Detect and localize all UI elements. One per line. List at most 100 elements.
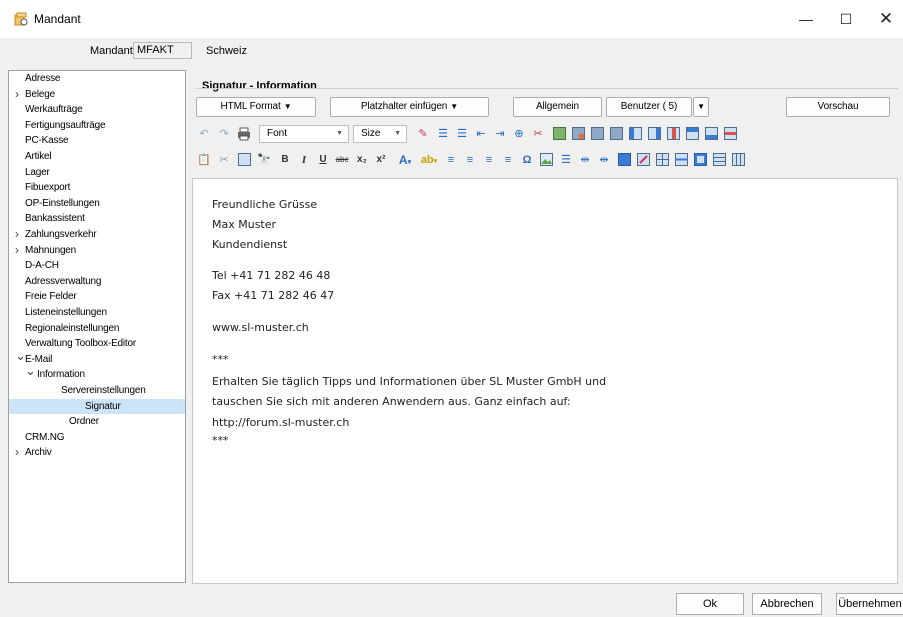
paste-icon[interactable]: 📋 [197, 153, 211, 167]
superscript-icon[interactable]: x² [374, 153, 388, 167]
table-grid-icon[interactable] [655, 153, 669, 167]
table-props-icon[interactable] [590, 127, 604, 141]
subscript-icon[interactable]: x₂ [355, 153, 369, 167]
html-format-label: HTML Format [220, 101, 281, 112]
strikethrough-icon[interactable]: abc [333, 153, 351, 167]
find-icon[interactable]: 🔭 [257, 153, 271, 167]
indent-icon[interactable]: ⇥ [493, 127, 507, 141]
cut-icon[interactable]: ✂ [217, 153, 231, 167]
mandant-field[interactable]: MFAKT [133, 42, 192, 59]
insert-image-icon[interactable] [539, 153, 553, 167]
tree-item-archiv[interactable]: Archiv [25, 445, 52, 460]
insert-column-right-icon[interactable] [647, 127, 661, 141]
uebernehmen-button[interactable]: Übernehmen [836, 593, 903, 615]
tree-item-bankassistent[interactable]: Bankassistent [25, 211, 85, 226]
table-style-icon[interactable] [712, 153, 726, 167]
underline-icon[interactable]: U [316, 153, 330, 167]
expand-chevron-down-icon[interactable]: ⌄ [25, 364, 36, 377]
tree-item-servereinstellungen[interactable]: Servereinstellungen [61, 383, 146, 398]
expand-chevron-down-icon[interactable]: ⌄ [15, 349, 26, 362]
bullet-list-icon[interactable]: ☰ [455, 127, 469, 141]
title-bar: Mandant — ☐ ✕ [0, 0, 903, 38]
link-icon[interactable]: ⊕ [512, 127, 526, 141]
signature-line: www.sl-muster.ch [212, 321, 309, 334]
font-combo-value: Font [267, 128, 288, 139]
platzhalter-button[interactable]: Platzhalter einfügen ▼ [330, 97, 489, 117]
highlight-color-icon[interactable]: ab▾ [418, 153, 440, 167]
tree-item-regionaleinstellungen[interactable]: Regionaleinstellungen [25, 321, 119, 336]
font-color-icon[interactable]: A▾ [394, 153, 416, 167]
expand-chevron-right-icon[interactable]: › [15, 446, 25, 458]
benutzer-button[interactable]: Benutzer ( 5) [606, 97, 692, 117]
tree-item-lager[interactable]: Lager [25, 165, 50, 180]
insert-table-icon[interactable] [552, 127, 566, 141]
table-delete-icon[interactable] [571, 127, 585, 141]
merge-cells-icon[interactable]: ⇹ [597, 153, 611, 167]
tree-item-werkauftr-ge[interactable]: Werkaufträge [25, 102, 83, 117]
cell-props-icon[interactable] [609, 127, 623, 141]
tree-item-pc-kasse[interactable]: PC-Kasse [25, 133, 69, 148]
numbered-list-icon[interactable]: ☰ [436, 127, 450, 141]
horizontal-rule-icon[interactable]: ☰ [559, 153, 573, 167]
table-properties-icon[interactable] [731, 153, 745, 167]
tree-item-ordner[interactable]: Ordner [69, 414, 99, 429]
expand-chevron-right-icon[interactable]: › [15, 88, 25, 100]
tree-item-d-a-ch[interactable]: D-A-CH [25, 258, 59, 273]
delete-column-icon[interactable] [666, 127, 680, 141]
tree-item-freie-felder[interactable]: Freie Felder [25, 289, 77, 304]
mandant-country: Schweiz [206, 45, 247, 57]
delete-row-icon[interactable] [723, 127, 737, 141]
tree-item-adressverwaltung[interactable]: Adressverwaltung [25, 274, 101, 289]
tree-item-listeneinstellungen[interactable]: Listeneinstellungen [25, 305, 107, 320]
tree-item-op-einstellungen[interactable]: OP-Einstellungen [25, 196, 100, 211]
expand-chevron-right-icon[interactable]: › [15, 228, 25, 240]
italic-icon[interactable]: I [297, 153, 311, 167]
tree-item-verwaltung-toolbox-editor[interactable]: Verwaltung Toolbox-Editor [25, 336, 136, 351]
tree-item-fibuexport[interactable]: Fibuexport [25, 180, 70, 195]
tree-item-zahlungsverkehr[interactable]: Zahlungsverkehr [25, 227, 97, 242]
split-cell-icon[interactable] [674, 153, 688, 167]
benutzer-dropdown-button[interactable]: ▼ [693, 97, 709, 117]
redo-icon[interactable]: ↷ [217, 127, 231, 141]
tree-item-crm-ng[interactable]: CRM.NG [25, 430, 65, 445]
ok-button[interactable]: Ok [676, 593, 744, 615]
align-left-icon[interactable]: ≡ [444, 153, 458, 167]
allgemein-button[interactable]: Allgemein [513, 97, 602, 117]
tree-item-fertigungsauftr-ge[interactable]: Fertigungsaufträge [25, 118, 106, 133]
maximize-button[interactable]: ☐ [826, 6, 866, 32]
close-button[interactable]: ✕ [866, 6, 903, 32]
unlink-icon[interactable]: ✂ [531, 127, 545, 141]
special-char-icon[interactable]: Ω [520, 153, 534, 167]
size-combo[interactable]: Size ▼ [353, 125, 407, 143]
tree-item-signatur[interactable]: Signatur [85, 399, 121, 414]
signature-editor[interactable]: Freundliche Grüsse Max Muster Kundendienst… [192, 178, 898, 584]
tree-item-artikel[interactable]: Artikel [25, 149, 52, 164]
undo-icon[interactable]: ↶ [197, 127, 211, 141]
insert-column-icon[interactable]: ⇹ [578, 153, 592, 167]
bold-icon[interactable]: B [278, 153, 292, 167]
tree-item-belege[interactable]: Belege [25, 87, 55, 102]
align-center-icon[interactable]: ≡ [463, 153, 477, 167]
tree-item-information[interactable]: Information [37, 367, 85, 382]
insert-row-above-icon[interactable] [685, 127, 699, 141]
table-border-icon[interactable] [693, 153, 707, 167]
tree-item-adresse[interactable]: Adresse [25, 71, 60, 86]
align-justify-icon[interactable]: ≡ [501, 153, 515, 167]
table-row-icon[interactable] [617, 153, 631, 167]
insert-column-left-icon[interactable] [628, 127, 642, 141]
table-edit-icon[interactable] [636, 153, 650, 167]
settings-tree[interactable]: Adresse › Belege Werkaufträge Fertigungsauft… [8, 70, 186, 583]
expand-chevron-right-icon[interactable]: › [15, 244, 25, 256]
vorschau-button[interactable]: Vorschau [786, 97, 890, 117]
abbrechen-button[interactable]: Abbrechen [752, 593, 822, 615]
outdent-icon[interactable]: ⇤ [474, 127, 488, 141]
clear-format-icon[interactable]: ✎ [416, 127, 430, 141]
minimize-button[interactable]: — [786, 6, 826, 32]
font-combo[interactable]: Font ▼ [259, 125, 349, 143]
tree-item-mahnungen[interactable]: Mahnungen [25, 243, 76, 258]
print-icon[interactable] [237, 127, 251, 141]
html-format-button[interactable]: HTML Format ▼ [196, 97, 316, 117]
insert-row-below-icon[interactable] [704, 127, 718, 141]
copy-icon[interactable] [237, 153, 251, 167]
align-right-icon[interactable]: ≡ [482, 153, 496, 167]
